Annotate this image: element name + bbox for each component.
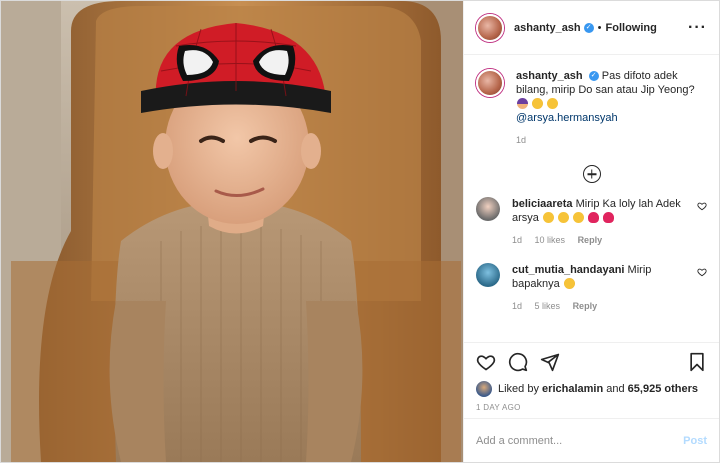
emoji-thumbs-up-icon — [542, 212, 554, 223]
caption: ashanty_ash ✓ Pas difoto adek bilang, mi… — [476, 69, 707, 147]
like-comment-heart-icon[interactable] — [697, 201, 707, 211]
liker-avatar[interactable] — [476, 381, 492, 397]
likes-count[interactable]: 65,925 others — [628, 383, 698, 395]
caption-meta: 1d — [516, 133, 707, 147]
liker-username[interactable]: erichalamin — [542, 383, 603, 395]
likes-summary: Liked by erichalamin and 65,925 others — [476, 381, 707, 397]
save-bookmark-icon[interactable] — [687, 352, 707, 372]
comment-item: beliciaareta Mirip Ka loly lah Adek arsy… — [476, 197, 707, 247]
verified-badge-icon: ✓ — [583, 22, 594, 33]
action-icons — [476, 351, 707, 373]
follow-status-button[interactable]: Following — [606, 22, 657, 34]
emoji-heart-icon — [588, 212, 600, 223]
author-avatar[interactable] — [476, 13, 504, 42]
liked-by-and: and — [606, 383, 625, 395]
comment-avatar[interactable] — [476, 197, 500, 221]
comment-body: cut_mutia_handayani Mirip bapaknya 1d 5 … — [512, 263, 691, 313]
post-actions: Liked by erichalamin and 65,925 others 1… — [464, 342, 719, 418]
post-header: ashanty_ash ✓ • Following ··· — [464, 1, 719, 55]
author-username[interactable]: ashanty_ash — [514, 22, 581, 34]
add-comment-bar: Post — [464, 418, 719, 462]
emoji-grin-icon — [573, 212, 585, 223]
comment-avatar[interactable] — [476, 263, 500, 287]
comment-likes[interactable]: 5 likes — [535, 301, 561, 311]
separator-dot: • — [597, 21, 602, 34]
comment-meta: 1d 5 likes Reply — [512, 299, 691, 313]
like-comment-heart-icon[interactable] — [697, 267, 707, 277]
emoji-heart-eyes-icon — [532, 98, 544, 109]
comment-item: cut_mutia_handayani Mirip bapaknya 1d 5 … — [476, 263, 707, 313]
emoji-heart-eyes-icon — [563, 278, 575, 289]
comment-time[interactable]: 1d — [512, 301, 522, 311]
post-side-panel: ashanty_ash ✓ • Following ··· ashanty_as… — [463, 1, 719, 462]
share-send-icon[interactable] — [540, 352, 560, 372]
comment-time[interactable]: 1d — [512, 235, 522, 245]
photo-boy-in-spiderman-cap — [1, 1, 463, 462]
liked-by-prefix: Liked by — [498, 383, 539, 395]
emoji-grin-icon — [558, 212, 570, 223]
comment-body: beliciaareta Mirip Ka loly lah Adek arsy… — [512, 197, 691, 247]
more-options-icon[interactable]: ··· — [688, 19, 707, 37]
verified-badge-icon: ✓ — [588, 71, 599, 82]
comments-list[interactable]: ashanty_ash ✓ Pas difoto adek bilang, mi… — [464, 55, 719, 342]
post-comment-button[interactable]: Post — [683, 435, 707, 447]
caption-time[interactable]: 1d — [516, 135, 526, 145]
mention-link[interactable]: @arsya.hermansyah — [516, 111, 707, 125]
add-comment-input[interactable] — [476, 434, 684, 447]
caption-body: ashanty_ash ✓ Pas difoto adek bilang, mi… — [516, 69, 707, 147]
caption-author[interactable]: ashanty_ash — [516, 70, 583, 82]
load-more-plus-icon[interactable] — [582, 165, 601, 183]
post-photo[interactable] — [1, 1, 463, 462]
reply-button[interactable]: Reply — [578, 235, 603, 245]
comment-author[interactable]: cut_mutia_handayani — [512, 264, 624, 276]
instagram-post-modal: ashanty_ash ✓ • Following ··· ashanty_as… — [0, 0, 720, 463]
comment-bubble-icon[interactable] — [508, 352, 528, 372]
caption-author-avatar[interactable] — [476, 69, 504, 97]
comment-likes[interactable]: 10 likes — [535, 235, 566, 245]
load-more-comments — [476, 165, 707, 183]
comment-meta: 1d 10 likes Reply — [512, 233, 691, 247]
reply-button[interactable]: Reply — [573, 301, 598, 311]
emoji-person-icon — [517, 98, 528, 109]
emoji-heart-icon — [603, 212, 615, 223]
emoji-smile-icon — [547, 98, 559, 109]
like-heart-icon[interactable] — [476, 352, 496, 372]
post-timestamp[interactable]: 1 DAY AGO — [476, 403, 707, 412]
comment-author[interactable]: beliciaareta — [512, 198, 573, 210]
